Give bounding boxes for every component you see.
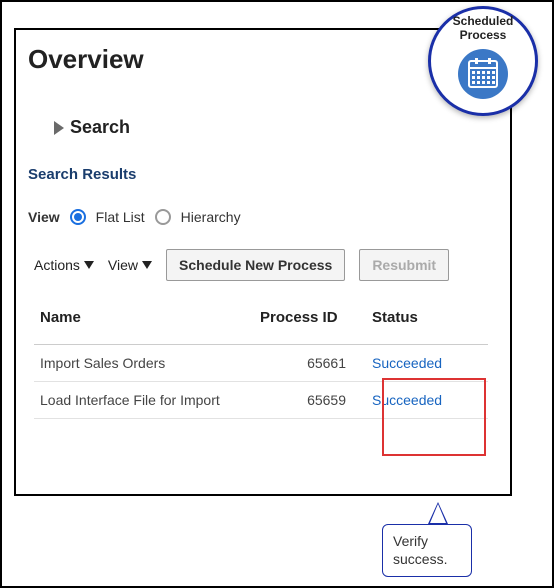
cell-process-id: 65659 — [254, 382, 366, 419]
scheduled-process-badge[interactable]: Scheduled Process — [428, 6, 538, 116]
chevron-right-icon — [54, 121, 64, 135]
col-status: Status — [366, 299, 488, 345]
badge-line2: Process — [460, 29, 507, 43]
view-mode-row: View Flat List Hierarchy — [28, 209, 502, 225]
chevron-down-icon — [142, 261, 152, 269]
search-label: Search — [70, 117, 130, 138]
status-link[interactable]: Succeeded — [372, 355, 442, 371]
overview-panel: Overview Search Search Results View Flat… — [14, 28, 512, 496]
col-process-id: Process ID — [254, 299, 366, 345]
process-table: Name Process ID Status Import Sales Orde… — [34, 299, 488, 419]
table-row[interactable]: Import Sales Orders 65661 Succeeded — [34, 345, 488, 382]
actions-menu[interactable]: Actions — [34, 257, 94, 273]
radio-flat-list-label: Flat List — [96, 209, 145, 225]
cell-process-id: 65661 — [254, 345, 366, 382]
search-disclosure[interactable]: Search — [54, 117, 502, 138]
view-menu[interactable]: View — [108, 257, 152, 273]
callout-text: Verify success. — [382, 524, 472, 577]
calendar-icon — [456, 47, 510, 101]
schedule-new-process-button[interactable]: Schedule New Process — [166, 249, 345, 281]
toolbar: Actions View Schedule New Process Resubm… — [34, 249, 502, 281]
annotation-callout: Verify success. — [382, 524, 472, 577]
cell-status: Succeeded — [366, 345, 488, 382]
status-link[interactable]: Succeeded — [372, 392, 442, 408]
table-header-row: Name Process ID Status — [34, 299, 488, 345]
cell-name: Load Interface File for Import — [34, 382, 254, 419]
badge-line1: Scheduled — [453, 15, 514, 29]
col-name: Name — [34, 299, 254, 345]
radio-flat-list[interactable] — [70, 209, 86, 225]
chevron-down-icon — [84, 261, 94, 269]
actions-menu-label: Actions — [34, 257, 80, 273]
cell-name: Import Sales Orders — [34, 345, 254, 382]
radio-hierarchy-label: Hierarchy — [181, 209, 241, 225]
view-label: View — [28, 209, 60, 225]
table-row[interactable]: Load Interface File for Import 65659 Suc… — [34, 382, 488, 419]
resubmit-button[interactable]: Resubmit — [359, 249, 449, 281]
cell-status: Succeeded — [366, 382, 488, 419]
search-results-heading: Search Results — [28, 166, 502, 183]
radio-hierarchy[interactable] — [155, 209, 171, 225]
view-menu-label: View — [108, 257, 138, 273]
